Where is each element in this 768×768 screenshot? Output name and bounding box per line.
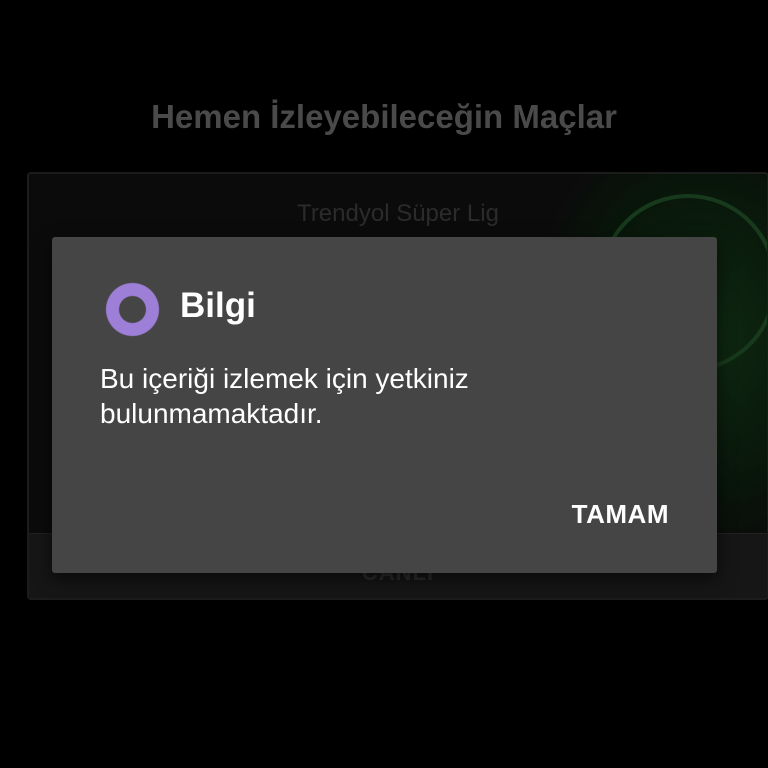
- purple-ring-icon: [105, 282, 160, 337]
- dialog-title: Bilgi: [180, 286, 256, 325]
- info-dialog: Bilgi Bu içeriği izlemek için yetkiniz b…: [52, 237, 717, 573]
- league-name: Trendyol Süper Lig: [297, 200, 499, 227]
- dialog-message: Bu içeriği izlemek için yetkiniz bulunma…: [100, 363, 469, 429]
- page-title: Hemen İzleyebileceğin Maçlar: [151, 98, 617, 135]
- ok-button[interactable]: TAMAM: [560, 493, 681, 536]
